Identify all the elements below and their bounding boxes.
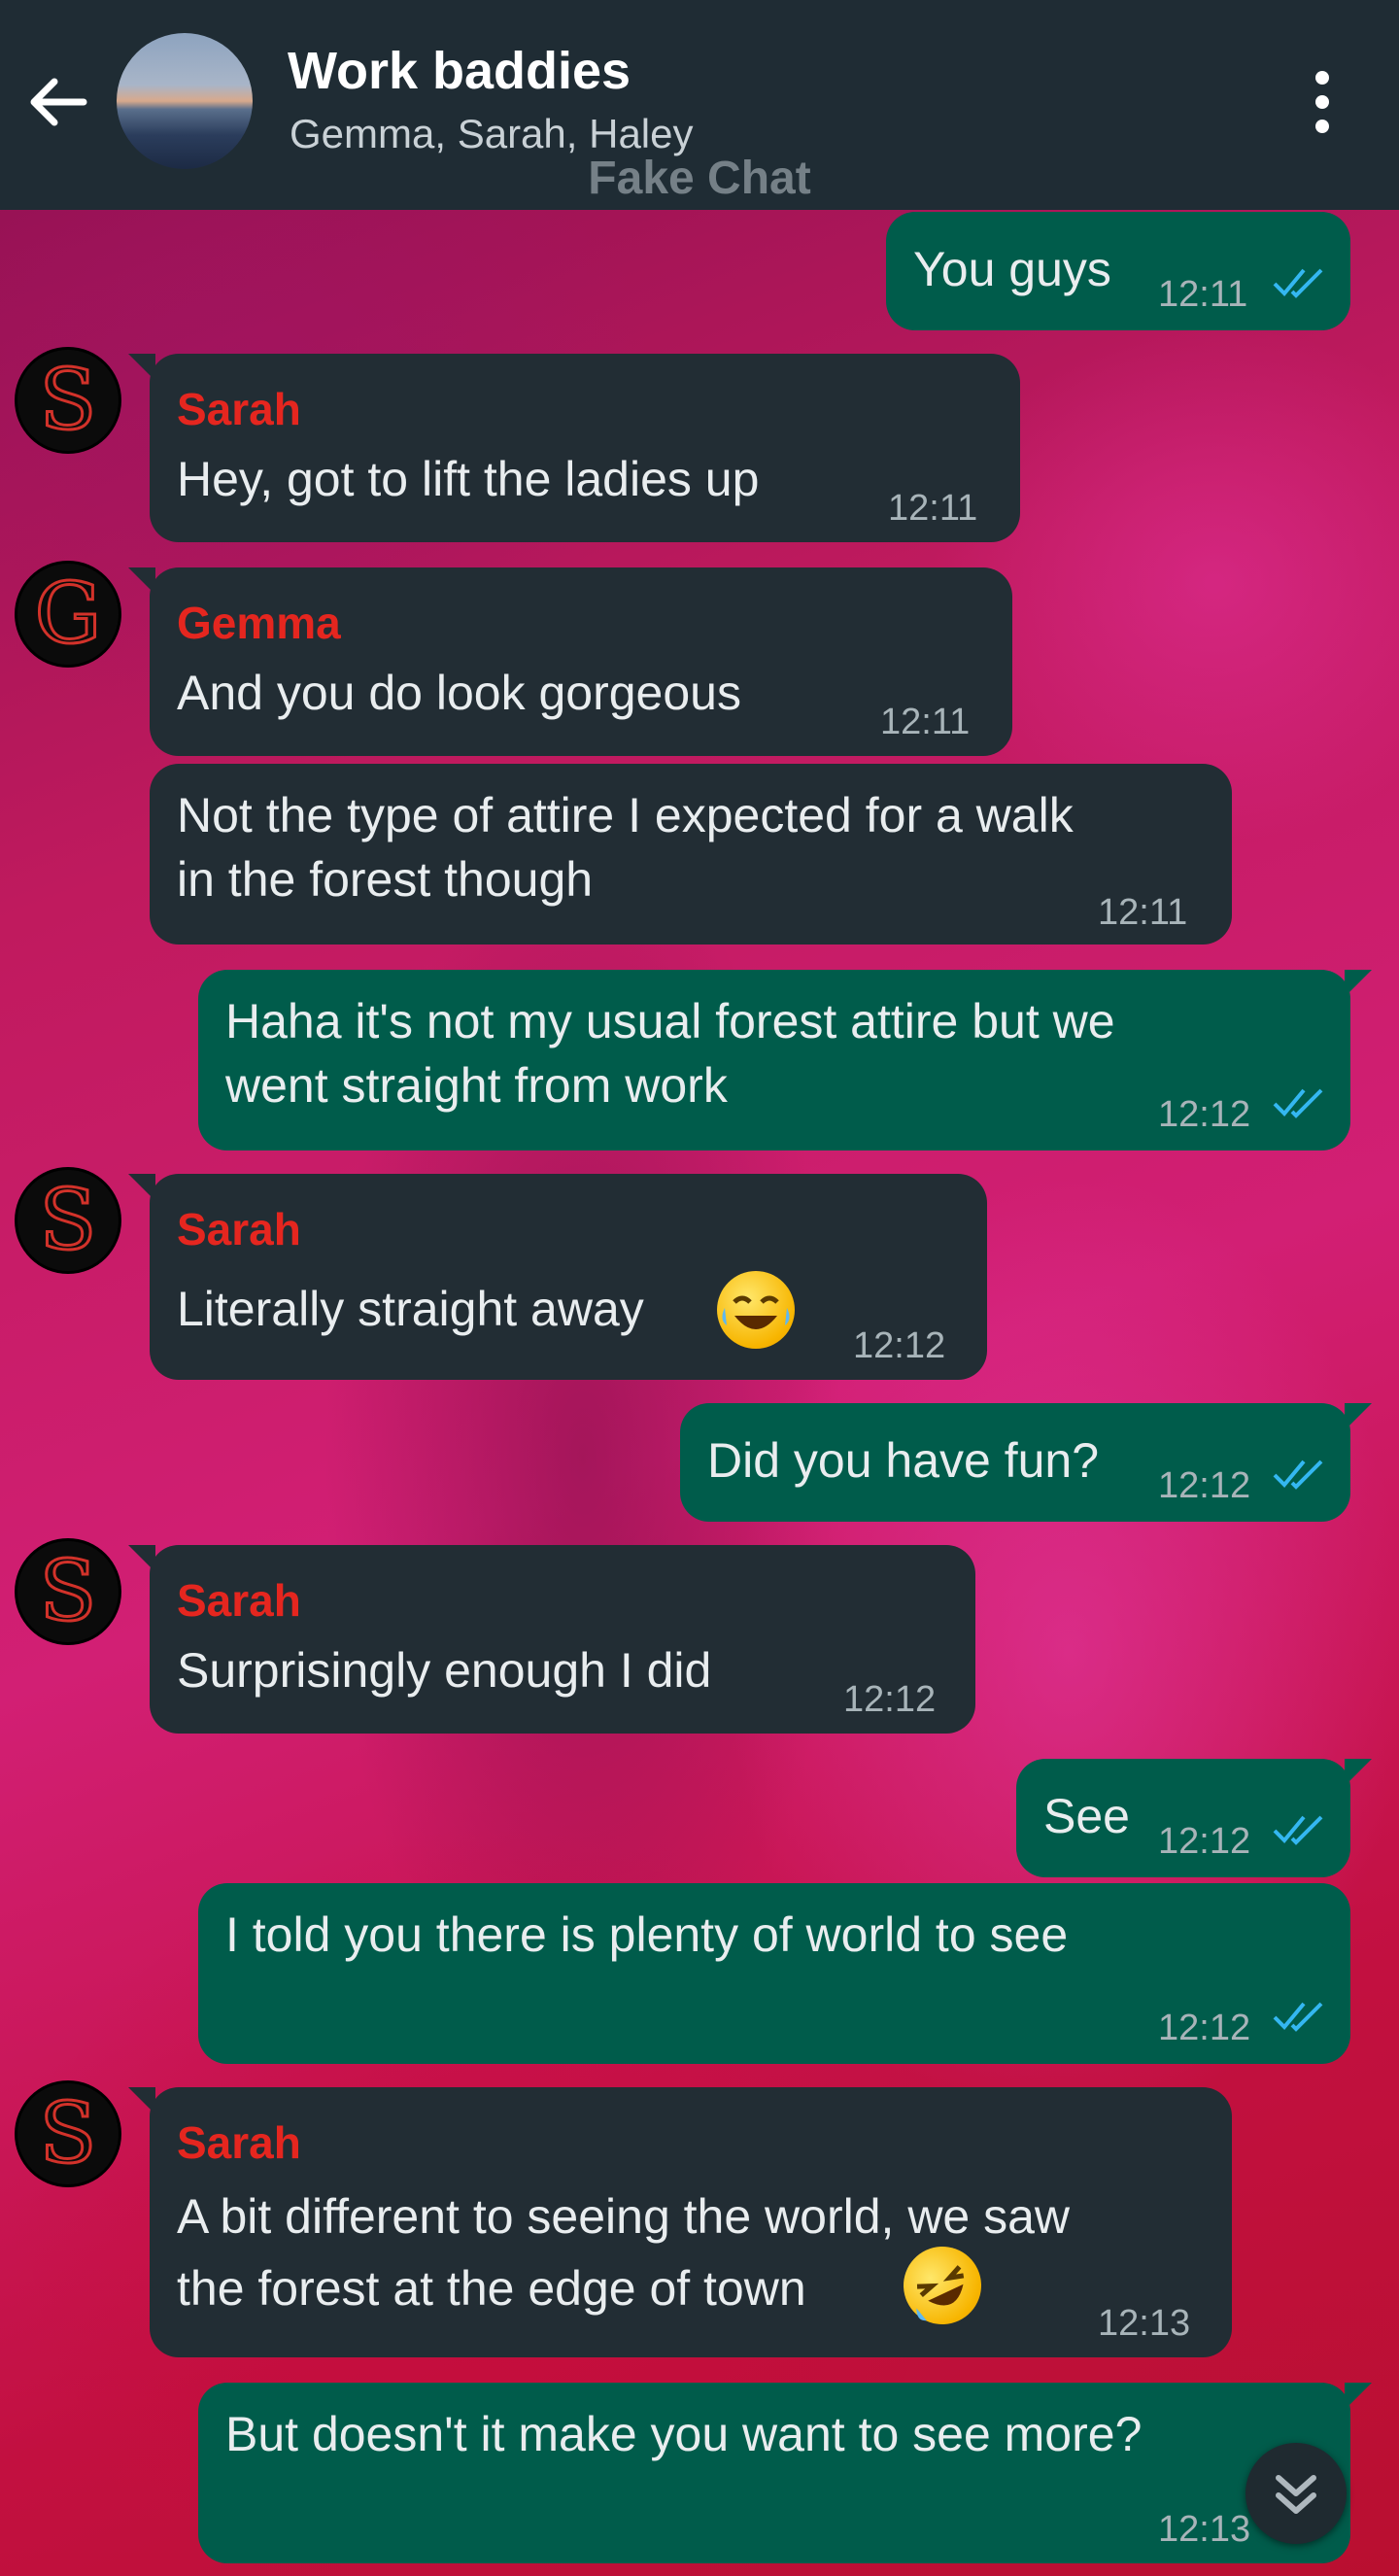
sender-avatar[interactable]: S	[17, 2083, 119, 2184]
read-ticks-icon	[1273, 2002, 1323, 2032]
message-time: 12:11	[1158, 274, 1248, 315]
message-bubble-incoming[interactable]: Sarah A bit different to seeing the worl…	[128, 2087, 1232, 2357]
message-time: 12:12	[853, 1325, 946, 1366]
read-ticks-icon	[1273, 1460, 1323, 1490]
message-text: I told you there is plenty of world to s…	[225, 1907, 1069, 1962]
message-bubble-incoming[interactable]: Gemma And you do look gorgeous 12:11	[128, 567, 1012, 756]
message-text: And you do look gorgeous	[177, 666, 741, 720]
face-with-tears-of-joy-icon	[717, 1271, 795, 1349]
message-time: 12:11	[880, 702, 971, 742]
sender-avatar[interactable]: G	[17, 564, 119, 665]
message-bubble-incoming[interactable]: Sarah Literally straight away 12:12	[128, 1174, 987, 1380]
message-time: 12:13	[1098, 2303, 1191, 2344]
message-bubble-outgoing[interactable]: You guys 12:11	[886, 212, 1350, 330]
message-bubble-outgoing[interactable]: But doesn't it make you want to see more…	[198, 2383, 1372, 2563]
message-bubble-incoming[interactable]: Not the type of attire I expected for a …	[150, 764, 1232, 945]
message-time: 12:12	[1158, 2008, 1251, 2048]
message-time: 12:11	[1098, 892, 1188, 933]
sender-name[interactable]: Sarah	[177, 2111, 301, 2175]
double-chevron-down-icon	[1276, 2475, 1316, 2514]
message-text: See	[1043, 1789, 1130, 1843]
chat-members[interactable]: Gemma, Sarah, Haley	[290, 111, 694, 157]
sender-name[interactable]: Sarah	[177, 377, 301, 441]
message-text: You guys	[913, 242, 1111, 296]
sender-avatar[interactable]: S	[17, 1541, 119, 1642]
message-time: 12:13	[1158, 2509, 1251, 2550]
message-bubble-outgoing[interactable]: See 12:12	[1016, 1759, 1372, 1877]
message-text: Haha it's not my usual forest attire but…	[225, 994, 1115, 1113]
message-text: Hey, got to lift the ladies up	[177, 452, 760, 506]
message-text: Did you have fun?	[707, 1433, 1100, 1488]
sender-name[interactable]: Sarah	[177, 1197, 301, 1261]
message-text: Surprisingly enough I did	[177, 1643, 712, 1698]
read-ticks-icon	[1273, 1088, 1323, 1118]
watermark-label: Fake Chat	[588, 153, 811, 204]
message-text: Literally straight away	[177, 1282, 644, 1336]
sender-name[interactable]: Gemma	[177, 591, 341, 655]
message-text: Not the type of attire I expected for a …	[177, 788, 1074, 907]
group-avatar[interactable]	[117, 33, 253, 169]
arrow-left-icon[interactable]	[25, 70, 89, 134]
sender-avatar[interactable]: S	[17, 1170, 119, 1271]
message-bubble-outgoing[interactable]: Haha it's not my usual forest attire but…	[198, 970, 1372, 1151]
message-time: 12:12	[1158, 1465, 1251, 1506]
message-bubble-outgoing[interactable]: I told you there is plenty of world to s…	[198, 1883, 1350, 2064]
chat-title[interactable]: Work baddies	[288, 41, 631, 101]
read-ticks-icon	[1273, 1815, 1323, 1845]
scroll-to-bottom-button[interactable]	[1245, 2443, 1347, 2544]
sender-name[interactable]: Sarah	[177, 1568, 301, 1632]
message-time: 12:11	[888, 488, 978, 529]
more-vertical-icon[interactable]	[1298, 68, 1347, 136]
sender-avatar[interactable]: S	[17, 350, 119, 451]
message-bubble-incoming[interactable]: Sarah Hey, got to lift the ladies up 12:…	[128, 354, 1020, 542]
message-bubble-outgoing[interactable]: Did you have fun? 12:12	[680, 1403, 1372, 1522]
message-time: 12:12	[1158, 1821, 1251, 1862]
read-ticks-icon	[1273, 268, 1323, 298]
message-time: 12:12	[843, 1679, 937, 1720]
message-bubble-incoming[interactable]: Sarah Surprisingly enough I did 12:12	[128, 1545, 975, 1734]
message-time: 12:12	[1158, 1094, 1251, 1135]
message-text: But doesn't it make you want to see more…	[225, 2407, 1143, 2461]
